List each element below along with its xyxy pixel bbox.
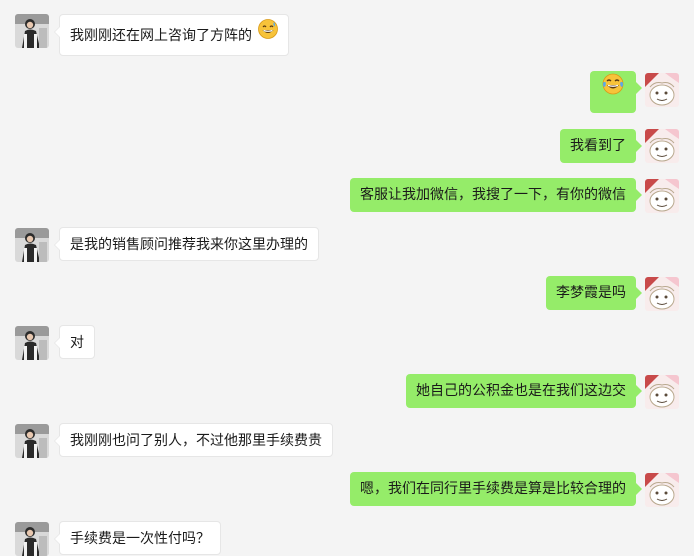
my-avatar[interactable] [645,277,679,311]
message-text: 客服让我加微信，我搜了一下，有你的微信 [360,187,626,203]
my-avatar[interactable] [645,73,679,107]
message-bubble-sent[interactable]: 她自己的公积金也是在我们这边交 [406,374,642,408]
message-text: 嗯，我们在同行里手续费是算是比较合理的 [360,481,626,497]
contact-avatar[interactable] [15,228,49,262]
contact-avatar[interactable] [15,326,49,360]
my-avatar[interactable] [645,375,679,409]
my-avatar[interactable] [645,129,679,163]
message-text: 手续费是一次性付吗？ [70,531,210,547]
message-bubble-sent[interactable]: 客服让我加微信，我搜了一下，有你的微信 [350,178,642,212]
my-avatar[interactable] [645,179,679,213]
message-text: 我刚刚还在网上咨询了方阵的 [70,28,252,44]
message-text: 是我的销售顾问推荐我来你这里办理的 [70,237,308,253]
contact-avatar[interactable] [15,522,49,556]
message-text: 对 [70,335,84,351]
message-bubble-received[interactable]: 对 [54,325,95,359]
grinning-sweat-emoji-icon [258,14,279,56]
message-bubble-received[interactable]: 我刚刚也问了别人，不过他那里手续费贵 [54,423,333,457]
message-bubble-received[interactable]: 手续费是一次性付吗？ [54,521,221,555]
message-text: 我看到了 [570,138,626,154]
my-avatar[interactable] [645,473,679,507]
message-bubble-sent[interactable]: 我看到了 [560,129,642,163]
message-text: 我刚刚也问了别人，不过他那里手续费贵 [70,433,322,449]
message-bubble-received[interactable]: 是我的销售顾问推荐我来你这里办理的 [54,227,319,261]
contact-avatar[interactable] [15,14,49,48]
message-text: 李梦霞是吗 [556,285,626,301]
message-bubble-received[interactable]: 我刚刚还在网上咨询了方阵的 [53,14,290,56]
message-bubble-sent[interactable]: 李梦霞是吗 [546,276,642,310]
message-bubble-sent[interactable]: 嗯，我们在同行里手续费是算是比较合理的 [350,472,642,506]
contact-avatar[interactable] [15,424,49,458]
tears-of-joy-emoji-icon [602,70,624,112]
message-text: 她自己的公积金也是在我们这边交 [416,383,626,399]
message-bubble-sent[interactable] [590,70,642,113]
